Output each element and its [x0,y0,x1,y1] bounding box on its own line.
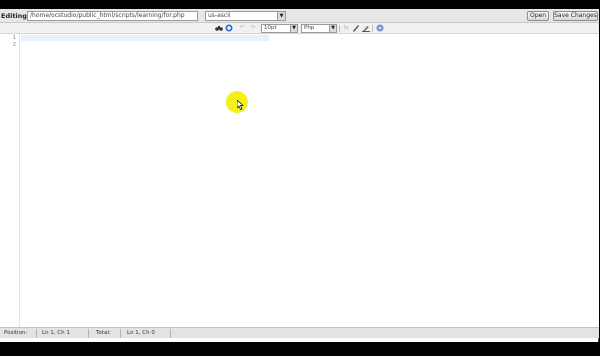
position-label: Position: [4,330,28,336]
code-editor[interactable]: 1 2 [0,34,599,327]
save-changes-button[interactable]: Save Changes [553,11,598,21]
highlight-icon[interactable] [352,24,360,32]
binoculars-icon[interactable] [215,24,223,32]
language-select[interactable]: Php ▼ [301,24,337,33]
status-bar: Position: Ln 1, Ch 1 Total: Ln 1, Ch 0 [0,327,599,338]
bottom-border [0,342,600,356]
chevron-down-icon[interactable]: ▼ [329,25,336,32]
open-button[interactable]: Open [527,11,549,21]
search-replace-icon[interactable] [225,24,233,32]
total-value: Ln 1, Ch 0 [127,330,155,336]
chevron-down-icon[interactable]: ▼ [277,12,285,20]
encoding-select[interactable]: us-ascii ▼ [205,11,286,21]
toolbar-divider [372,25,373,32]
mouse-pointer-icon [237,100,244,110]
language-value: Php [304,25,315,31]
line-number: 1 [12,35,17,41]
file-path-field[interactable]: /home/ocstudio/public_html/scripts/learn… [27,11,198,21]
wrap-icon[interactable]: ⇆ [342,24,350,32]
screen-frame: Editing: /home/ocstudio/public_html/scri… [0,0,600,356]
code-editor-window: Editing: /home/ocstudio/public_html/scri… [0,9,599,342]
undo-icon[interactable]: ↶ [238,24,246,32]
redo-icon[interactable]: ↷ [249,24,257,32]
code-text-area[interactable] [22,34,592,327]
status-divider [170,329,171,338]
position-value: Ln 1, Ch 1 [42,330,70,336]
line-number: 2 [12,42,17,48]
encoding-value: us-ascii [208,12,231,19]
status-divider [120,329,121,338]
help-icon[interactable] [376,24,384,32]
status-divider [88,329,89,338]
chevron-down-icon[interactable]: ▼ [290,25,297,32]
total-label: Total: [96,330,111,336]
font-size-value: 10pt [264,25,277,31]
editing-label: Editing: [1,12,30,20]
line-number-gutter: 1 2 [0,34,20,327]
editor-toolbar: ↶ ↷ 10pt ▼ Php ▼ ⇆ [0,23,599,34]
clear-icon[interactable] [362,24,370,32]
editing-bar: Editing: /home/ocstudio/public_html/scri… [0,9,599,23]
status-divider [36,329,37,338]
toolbar-divider [339,25,340,32]
font-size-select[interactable]: 10pt ▼ [261,24,298,33]
